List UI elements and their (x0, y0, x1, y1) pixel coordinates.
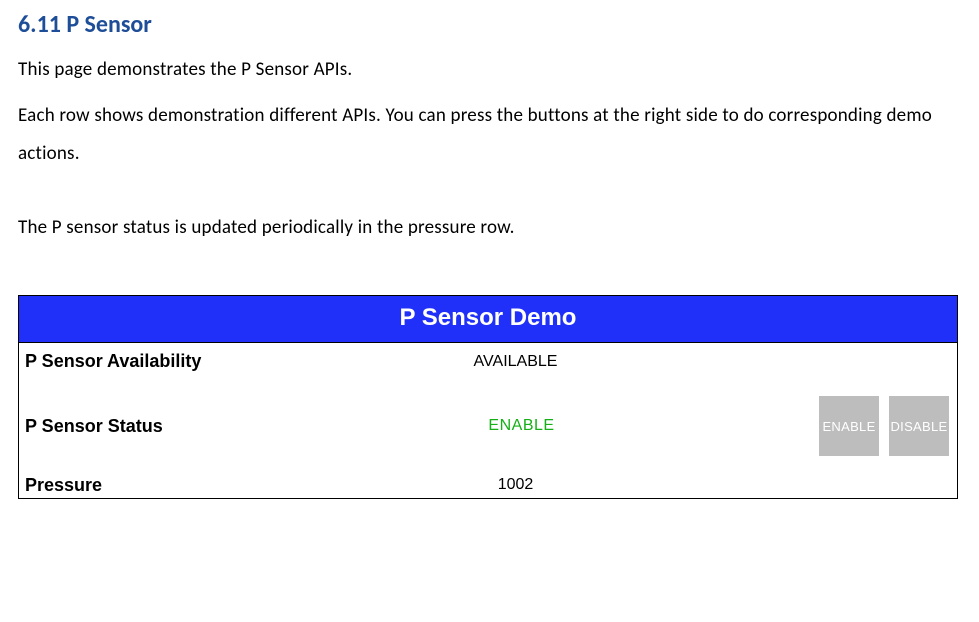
enable-button[interactable]: ENABLE (819, 396, 879, 456)
demo-title: P Sensor Demo (19, 296, 957, 343)
section-heading: 6.11 P Sensor (18, 10, 961, 39)
demo-panel: P Sensor Demo P Sensor Availability AVAI… (18, 295, 958, 499)
row-status: P Sensor Status ENABLE ENABLE DISABLE (19, 380, 957, 472)
intro-paragraph-2: Each row shows demonstration different A… (18, 97, 961, 173)
row-pressure-label: Pressure (19, 472, 224, 498)
intro-paragraph-3: The P sensor status is updated periodica… (18, 209, 961, 247)
row-status-value: ENABLE (224, 417, 819, 435)
row-status-label: P Sensor Status (19, 408, 224, 445)
row-status-actions: ENABLE DISABLE (819, 396, 957, 456)
disable-button[interactable]: DISABLE (889, 396, 949, 456)
row-availability-label: P Sensor Availability (19, 343, 224, 380)
row-availability: P Sensor Availability AVAILABLE (19, 343, 957, 380)
intro-paragraph-1: This page demonstrates the P Sensor APIs… (18, 51, 961, 89)
row-pressure: Pressure 1002 (19, 472, 957, 498)
row-pressure-value: 1002 (224, 476, 957, 494)
row-availability-value: AVAILABLE (224, 353, 957, 371)
